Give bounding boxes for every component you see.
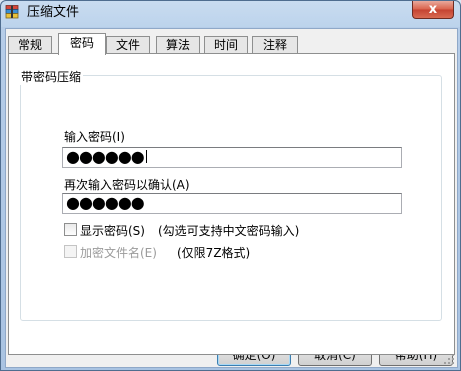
encrypt-filenames-checkbox[interactable] <box>64 245 77 258</box>
password-value: ●●●●●● <box>66 147 145 166</box>
tab-password[interactable]: 密码 <box>58 33 106 55</box>
encrypt-filenames-label[interactable]: 加密文件名(E) <box>80 244 157 261</box>
compress-dialog: 压缩文件 x 常规 密码 文件 算法 时间 注释 带密码压缩 输入密码(I) ●… <box>0 0 461 371</box>
tab-time[interactable]: 时间 <box>204 36 248 54</box>
tab-general[interactable]: 常规 <box>8 36 52 54</box>
tab-algorithm[interactable]: 算法 <box>156 36 200 54</box>
text-caret <box>145 150 147 163</box>
confirm-password-value: ●●●●●● <box>66 193 145 212</box>
password-input[interactable]: ●●●●●● <box>62 147 402 168</box>
show-password-checkbox[interactable] <box>64 223 77 236</box>
password-panel: 带密码压缩 输入密码(I) ●●●●●● 再次输入密码以确认(A) ●●●●●●… <box>8 53 455 355</box>
close-icon: x <box>428 2 438 17</box>
tab-files[interactable]: 文件 <box>106 36 150 54</box>
encrypt-filenames-note: (仅限7Z格式) <box>177 246 251 260</box>
confirm-password-input[interactable]: ●●●●●● <box>62 193 402 214</box>
show-password-label[interactable]: 显示密码(S) <box>80 222 145 239</box>
close-button[interactable]: x <box>412 1 454 19</box>
show-password-note: (勾选可支持中文密码输入) <box>158 224 300 238</box>
window-title: 压缩文件 <box>27 5 80 20</box>
group-title: 带密码压缩 <box>19 68 84 85</box>
archive-app-icon <box>5 5 19 19</box>
confirm-password-label: 再次输入密码以确认(A) <box>64 178 190 192</box>
title-bar[interactable]: 压缩文件 x <box>1 1 460 25</box>
password-label: 输入密码(I) <box>64 130 125 144</box>
dialog-client: 常规 密码 文件 算法 时间 注释 带密码压缩 输入密码(I) ●●●●●● 再… <box>5 28 458 368</box>
tab-comment[interactable]: 注释 <box>252 36 298 54</box>
